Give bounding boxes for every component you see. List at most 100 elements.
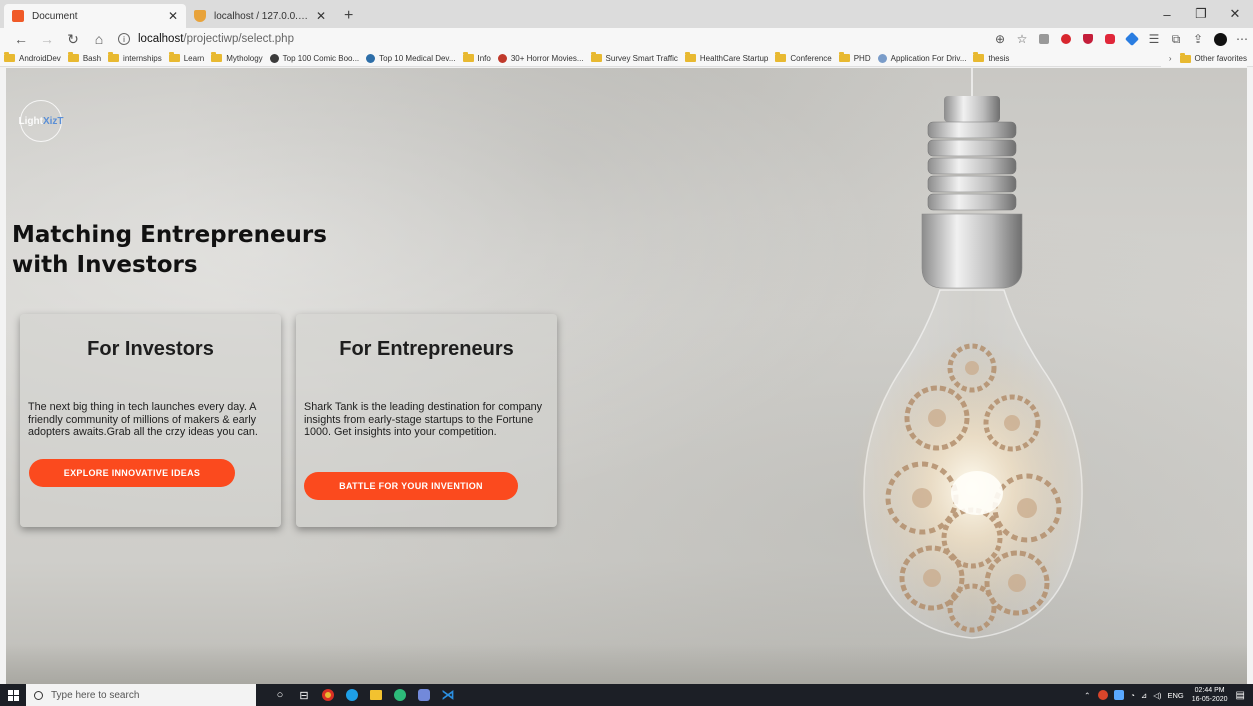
chrome-icon[interactable] — [316, 684, 340, 706]
new-tab-button[interactable]: + — [344, 4, 353, 28]
bookmark-item[interactable]: Mythology — [211, 52, 263, 63]
more-menu-icon[interactable]: ⋯ — [1231, 28, 1253, 50]
task-view-icon[interactable]: ⊟ — [292, 684, 316, 706]
taskbar-clock[interactable]: 02:44 PM 16-05-2020 — [1192, 686, 1228, 704]
extension-shield-icon[interactable] — [1077, 28, 1099, 50]
bookmark-item[interactable]: Top 10 Medical Dev... — [366, 53, 456, 63]
toolbar-right: ⊕ ☆ ☰ ⧉ ⇪ ⋯ — [989, 28, 1253, 50]
back-arrow-icon[interactable]: ← — [8, 28, 34, 50]
bookmark-label: internships — [123, 53, 162, 63]
url-path: /projectiwp/select.php — [183, 33, 294, 45]
close-tab-icon[interactable]: ✕ — [316, 9, 326, 23]
entrepreneurs-card-body: Shark Tank is the leading destination fo… — [304, 401, 543, 438]
close-window-button[interactable]: ✕ — [1218, 0, 1252, 28]
site-icon — [877, 53, 887, 63]
folder-icon — [684, 52, 696, 62]
bookmark-item[interactable]: 30+ Horror Movies... — [497, 53, 584, 63]
discord-icon[interactable] — [412, 684, 436, 706]
explore-innovative-ideas-button[interactable]: EXPLORE INNOVATIVE IDEAS — [29, 459, 235, 487]
tab-title: localhost / 127.0.0.1 / sharks / b — [214, 10, 310, 22]
chevron-up-icon[interactable]: ⌃ — [1084, 691, 1090, 700]
tray-app-icon[interactable] — [1098, 690, 1109, 700]
bookmark-item[interactable]: internships — [108, 52, 162, 63]
edge-icon[interactable] — [340, 684, 364, 706]
cortana-icon[interactable]: ○ — [268, 684, 292, 706]
extension-red-icon[interactable] — [1099, 28, 1121, 50]
logo-text-xizt: XizT — [42, 115, 64, 127]
bookmark-item[interactable]: Conference — [775, 52, 832, 63]
tray-bluetooth-icon[interactable] — [1114, 690, 1125, 700]
bookmark-item[interactable]: PHD — [838, 52, 871, 63]
minimize-button[interactable]: – — [1150, 0, 1184, 28]
site-icon — [366, 53, 376, 63]
chevron-right-icon[interactable]: › — [1169, 54, 1172, 63]
folder-icon — [973, 52, 985, 62]
bookmark-label: Survey Smart Traffic — [605, 53, 678, 63]
bookmark-item[interactable]: AndroidDev — [4, 52, 61, 63]
forward-arrow-icon[interactable]: → — [34, 28, 60, 50]
entrepreneurs-card-title: For Entrepreneurs — [339, 338, 514, 360]
tab-document[interactable]: Document ✕ — [4, 4, 186, 28]
folder-icon — [838, 52, 850, 62]
folder-icon — [1179, 52, 1191, 63]
home-icon[interactable]: ⌂ — [86, 28, 112, 50]
bookmark-label: Application For Driv... — [890, 53, 967, 63]
language-indicator[interactable]: ENG — [1167, 691, 1183, 700]
notifications-icon[interactable]: ▤ — [1236, 690, 1245, 701]
vscode-icon[interactable]: ⋊ — [436, 684, 460, 706]
network-icon[interactable]: ⊿ — [1141, 691, 1147, 700]
search-icon — [34, 690, 43, 700]
favorite-star-icon[interactable]: ☆ — [1011, 28, 1033, 50]
bookmark-item[interactable]: Application For Driv... — [877, 53, 967, 63]
bookmark-item[interactable]: Top 100 Comic Boo... — [269, 53, 359, 63]
bookmark-item[interactable]: Bash — [67, 52, 102, 63]
extension-grey-icon[interactable] — [1033, 28, 1055, 50]
site-icon — [269, 53, 279, 63]
zoom-icon[interactable]: ⊕ — [989, 28, 1011, 50]
tab-phpmyadmin[interactable]: localhost / 127.0.0.1 / sharks / b ✕ — [186, 4, 334, 28]
bookmark-label: Conference — [790, 53, 832, 63]
volume-icon[interactable]: ◁) — [1153, 691, 1161, 700]
profile-avatar-icon[interactable] — [1209, 28, 1231, 50]
entrepreneurs-card: For Entrepreneurs Shark Tank is the lead… — [296, 314, 557, 527]
folder-icon — [168, 52, 180, 62]
folder-icon — [775, 52, 787, 62]
extension-blue-icon[interactable] — [1121, 28, 1143, 50]
collections-icon[interactable]: ⧉ — [1165, 28, 1187, 50]
investors-card-title: For Investors — [87, 338, 214, 360]
site-icon — [497, 53, 507, 63]
site-logo[interactable]: Light XizT — [19, 100, 64, 142]
other-favorites[interactable]: › Other favorites — [1160, 50, 1247, 67]
battle-for-your-invention-button[interactable]: BATTLE FOR YOUR INVENTION — [304, 472, 518, 500]
search-placeholder: Type here to search — [51, 689, 140, 701]
tab-title: Document — [32, 10, 78, 22]
refresh-icon[interactable]: ↻ — [60, 28, 86, 50]
bookmark-item[interactable]: Info — [462, 52, 491, 63]
share-icon[interactable]: ⇪ — [1187, 28, 1209, 50]
bookmark-label: Bash — [82, 53, 102, 63]
clock-time: 02:44 PM — [1194, 687, 1225, 694]
site-info-icon[interactable]: i — [118, 33, 130, 45]
windows-start-icon[interactable] — [0, 684, 26, 706]
bookmark-label: HealthCare Startup — [699, 53, 769, 63]
bookmark-item[interactable]: HealthCare Startup — [684, 52, 769, 63]
app-green-icon[interactable] — [388, 684, 412, 706]
file-explorer-icon[interactable] — [364, 684, 388, 706]
bookmark-item[interactable]: thesis — [973, 52, 1009, 63]
close-tab-icon[interactable]: ✕ — [168, 9, 178, 23]
bookmark-item[interactable]: Learn — [168, 52, 204, 63]
extension-adblock-icon[interactable] — [1055, 28, 1077, 50]
bookmarks-bar: AndroidDev Bash internships Learn Mythology T… — [0, 50, 1253, 67]
taskbar-search-input[interactable]: Type here to search — [26, 684, 256, 706]
bookmark-item[interactable]: Survey Smart Traffic — [590, 52, 678, 63]
system-tray: ⌃ ◔ ⊿ ◁) ENG 02:44 PM 16-05-2020 ▤ — [1084, 684, 1253, 706]
favorites-list-icon[interactable]: ☰ — [1143, 28, 1165, 50]
wifi-icon[interactable]: ◔ — [1130, 691, 1135, 700]
browser-titlebar: Document ✕ localhost / 127.0.0.1 / shark… — [0, 0, 1253, 28]
other-favorites-label: Other favorites — [1194, 54, 1247, 63]
folder-icon — [67, 52, 79, 62]
url-field[interactable]: i localhost/projectiwp/select.php — [118, 29, 878, 49]
headline-line-1: Matching Entrepreneurs — [12, 222, 327, 248]
restore-button[interactable]: ❐ — [1184, 0, 1218, 28]
windows-taskbar: Type here to search ○ ⊟ ⋊ ⌃ ◔ ⊿ ◁) ENG 0… — [0, 684, 1253, 706]
